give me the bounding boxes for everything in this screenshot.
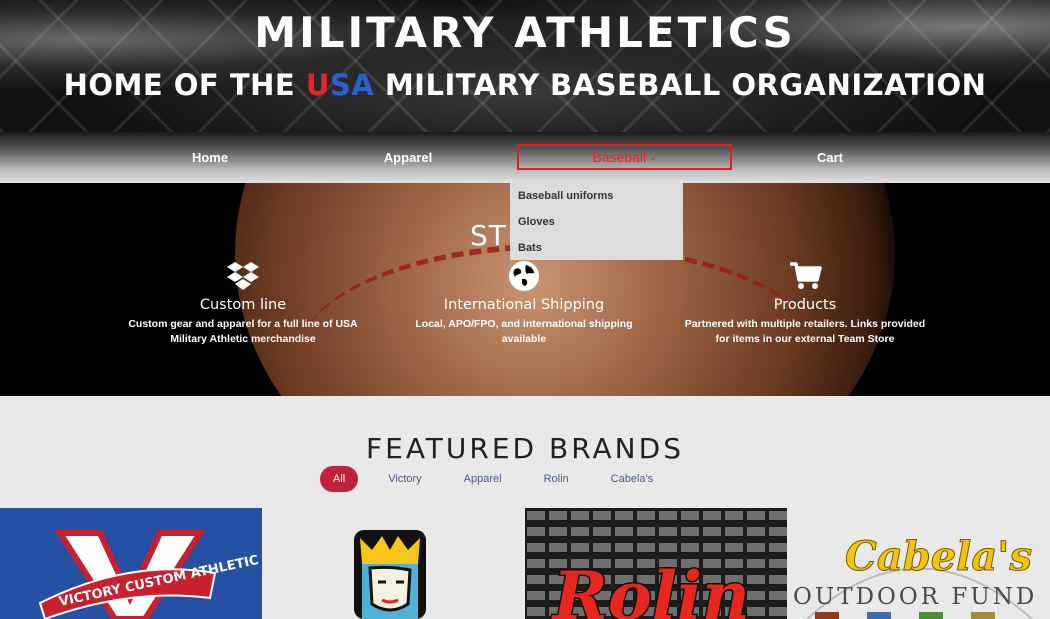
filter-all[interactable]: All bbox=[320, 466, 359, 492]
feature-custom-line: Custom line Custom gear and apparel for … bbox=[118, 259, 368, 347]
filter-victory[interactable]: Victory bbox=[376, 466, 433, 492]
feature-products: Products Partnered with multiple retaile… bbox=[680, 259, 930, 347]
nav-baseball[interactable]: Baseball ⌄ bbox=[517, 144, 732, 170]
nav-cart[interactable]: Cart bbox=[780, 144, 880, 170]
feature-desc: Local, APO/FPO, and international shippi… bbox=[415, 318, 633, 345]
filter-apparel[interactable]: Apparel bbox=[452, 466, 514, 492]
rolin-logo: Rolin bbox=[525, 508, 787, 619]
cabelas-logo-text: Cabela's bbox=[845, 533, 1032, 580]
subtitle-pre: HOME OF THE bbox=[63, 68, 306, 102]
feature-title: Products bbox=[773, 297, 837, 313]
site-subtitle: HOME OF THE USA MILITARY BASEBALL ORGANI… bbox=[0, 68, 1050, 102]
rolin-logo-text: Rolin bbox=[551, 557, 750, 619]
victory-logo: VICTORY CUSTOM ATHLETIC bbox=[38, 530, 260, 619]
filter-cabelas[interactable]: Cabela's bbox=[599, 466, 665, 492]
nav-apparel[interactable]: Apparel bbox=[358, 144, 458, 170]
filter-rolin[interactable]: Rolin bbox=[532, 466, 581, 492]
crown-face-logo bbox=[354, 530, 426, 619]
feature-desc: Partnered with multiple retailers. Links… bbox=[684, 318, 926, 345]
feature-title: Custom line bbox=[199, 297, 287, 313]
feature-desc: Custom gear and apparel for a full line … bbox=[128, 318, 358, 345]
subtitle-s: S bbox=[329, 68, 352, 102]
main-nav: Home Apparel Baseball ⌄ Cart bbox=[0, 132, 1050, 183]
outdoor-fund-text: OUTDOOR FUND bbox=[793, 584, 1037, 610]
dropbox-icon bbox=[227, 262, 259, 290]
nav-baseball-label: Baseball bbox=[592, 149, 647, 165]
brand-tile-rolin[interactable]: Rolin bbox=[525, 508, 787, 619]
banner-title: ST bbox=[470, 219, 507, 252]
nav-home[interactable]: Home bbox=[160, 144, 260, 170]
cart-icon bbox=[790, 262, 822, 289]
site-title: MILITARY ATHLETICS bbox=[254, 8, 796, 57]
hero-header: MILITARY ATHLETICS HOME OF THE USA MILIT… bbox=[0, 0, 1050, 132]
menu-item-gloves[interactable]: Gloves bbox=[510, 213, 683, 239]
menu-item-baseball-uniforms[interactable]: Baseball uniforms bbox=[510, 187, 683, 213]
cabelas-logo: Cabela's OUTDOOR FUND bbox=[793, 533, 1037, 619]
subtitle-post: MILITARY BASEBALL ORGANIZATION bbox=[374, 68, 987, 102]
subtitle-u: U bbox=[305, 68, 330, 102]
brand-filters: All Victory Apparel Rolin Cabela's bbox=[320, 465, 683, 493]
brand-tile-apparel[interactable] bbox=[262, 508, 524, 619]
menu-item-bats[interactable]: Bats bbox=[510, 239, 683, 265]
feature-international-shipping: International Shipping Local, APO/FPO, a… bbox=[399, 259, 649, 347]
brand-tile-cabelas[interactable]: Cabela's OUTDOOR FUND bbox=[787, 508, 1049, 619]
brand-tile-victory[interactable]: VICTORY CUSTOM ATHLETIC bbox=[0, 508, 262, 619]
chevron-down-icon: ⌄ bbox=[649, 151, 657, 162]
feature-title: International Shipping bbox=[443, 297, 605, 313]
featured-brands-title: FEATURED BRANDS bbox=[366, 432, 684, 465]
baseball-dropdown-menu: Baseball uniforms Gloves Bats bbox=[510, 183, 683, 260]
subtitle-a: A bbox=[351, 68, 375, 102]
